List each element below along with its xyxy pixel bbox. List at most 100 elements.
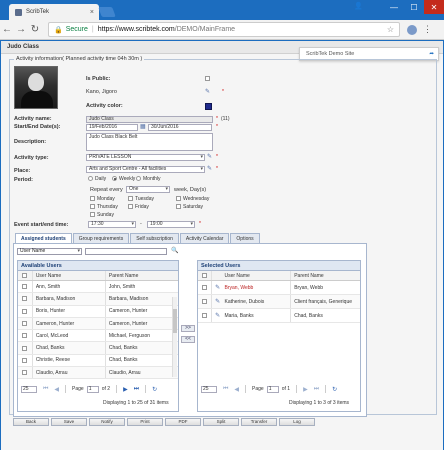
table-row[interactable]: Cameron, Hunter Cameron, Hunter: [18, 317, 178, 331]
tab-self-subscription[interactable]: Self subscription: [130, 233, 179, 243]
first-page-icon[interactable]: ⏮: [223, 386, 228, 393]
edit-place-icon[interactable]: ✎: [207, 166, 214, 172]
description-field[interactable]: Judo Class Black Belt: [86, 133, 213, 151]
minimize-button[interactable]: —: [384, 0, 404, 14]
refresh-icon[interactable]: ↻: [332, 386, 337, 393]
back-icon[interactable]: ←: [0, 24, 14, 35]
table-row[interactable]: Carol, McLeod Michael, Ferguson: [18, 330, 178, 343]
row-checkbox[interactable]: [202, 285, 208, 290]
extension-icon[interactable]: [407, 24, 417, 35]
pdf-button[interactable]: PDF: [165, 418, 201, 426]
tab-options[interactable]: Options: [230, 233, 260, 243]
day-sunday-checkbox[interactable]: [90, 212, 95, 217]
start-date-field[interactable]: 19/Feb/2016: [86, 124, 138, 131]
close-window-button[interactable]: ✕: [424, 0, 444, 14]
browser-tab[interactable]: ScribTek ×: [9, 4, 99, 20]
row-checkbox[interactable]: [22, 333, 28, 339]
start-calendar-icon[interactable]: ▦: [140, 124, 147, 130]
reload-icon[interactable]: ↻: [28, 24, 42, 35]
prev-page-icon[interactable]: ◀: [234, 386, 239, 393]
last-page-icon[interactable]: ⏭: [314, 386, 319, 393]
first-page-icon[interactable]: ⏮: [43, 386, 48, 393]
day-monday-checkbox[interactable]: [90, 196, 95, 201]
select-all-checkbox[interactable]: [22, 273, 28, 278]
table-row[interactable]: ✎ Maria, Banks Chad, Banks: [198, 309, 360, 323]
save-button[interactable]: Save: [51, 418, 87, 426]
activity-name-field[interactable]: Judo Class: [86, 116, 213, 123]
row-checkbox[interactable]: [22, 308, 28, 314]
day-friday-checkbox[interactable]: [128, 204, 133, 209]
edit-owner-icon[interactable]: ✎: [205, 89, 212, 95]
table-row[interactable]: Barbara, Madison Barbara, Madison: [18, 293, 178, 306]
page-number-input[interactable]: 1: [86, 385, 99, 393]
add-selected-button[interactable]: >>: [181, 325, 195, 332]
day-wednesday-checkbox[interactable]: [176, 196, 181, 201]
row-checkbox[interactable]: [22, 370, 28, 376]
table-row[interactable]: Boris, Hunter Cameron, Hunter: [18, 305, 178, 318]
end-time-select[interactable]: 19:00 ▾: [147, 221, 195, 228]
search-field-select[interactable]: User Name ▾: [17, 248, 82, 255]
remove-selected-button[interactable]: <<: [181, 336, 195, 343]
next-page-icon[interactable]: ▶: [123, 386, 128, 393]
row-checkbox[interactable]: [22, 321, 28, 327]
activity-color-swatch[interactable]: [205, 103, 212, 110]
row-checkbox[interactable]: [22, 357, 28, 363]
tab-close-icon[interactable]: ×: [90, 9, 94, 16]
pin-icon[interactable]: ➦: [429, 51, 434, 57]
day-thursday-checkbox[interactable]: [90, 204, 95, 209]
tab-activity-calendar[interactable]: Activity Calendar: [179, 233, 230, 243]
print-button[interactable]: Print: [127, 418, 163, 426]
page-size-select[interactable]: 25: [201, 385, 217, 393]
profile-icon[interactable]: 👤: [354, 2, 363, 10]
tab-group-requirements[interactable]: Group requirements: [72, 233, 130, 243]
page-number-input[interactable]: 1: [266, 385, 279, 393]
repeat-every-select[interactable]: One ▾: [126, 186, 170, 193]
split-button[interactable]: Split: [203, 418, 239, 426]
page-size-select[interactable]: 25: [21, 385, 37, 393]
refresh-icon[interactable]: ↻: [152, 386, 157, 393]
edit-type-icon[interactable]: ✎: [207, 154, 214, 160]
select-all-checkbox[interactable]: [202, 273, 208, 278]
place-select[interactable]: Arts and Sport Centre - All facilities ▾: [86, 166, 205, 173]
next-page-icon[interactable]: ▶: [303, 386, 308, 393]
col-parent-name[interactable]: Parent Name: [294, 273, 360, 279]
transfer-button[interactable]: Transfer: [241, 418, 277, 426]
url-input[interactable]: 🔒 Secure | https://www.scribtek.com /DEM…: [48, 22, 400, 37]
log-button[interactable]: Log: [279, 418, 315, 426]
forward-icon[interactable]: →: [14, 24, 28, 35]
table-row[interactable]: Chad, Banks Chad, Banks: [18, 342, 178, 355]
period-daily-radio[interactable]: [88, 176, 93, 181]
period-monthly-radio[interactable]: [136, 176, 141, 181]
end-date-field[interactable]: 30/Jun/2016: [148, 124, 212, 131]
edit-user-icon[interactable]: ✎: [215, 298, 224, 305]
period-weekly-radio[interactable]: [112, 176, 117, 181]
back-button[interactable]: Back: [13, 418, 49, 426]
row-checkbox[interactable]: [22, 284, 28, 290]
table-row[interactable]: ✎ Bryan, Webb Bryan, Webb: [198, 281, 360, 295]
table-row[interactable]: ✎ Katherine, Dubois Client français, Gener…: [198, 295, 360, 309]
table-row[interactable]: Christie, Reese Chad, Banks: [18, 354, 178, 368]
day-tuesday-checkbox[interactable]: [128, 196, 133, 201]
start-time-select[interactable]: 17:30 ▾: [88, 221, 136, 228]
last-page-icon[interactable]: ⏭: [134, 386, 139, 393]
edit-user-icon[interactable]: ✎: [215, 312, 224, 319]
table-row[interactable]: Ann, Smith John, Smith: [18, 281, 178, 294]
col-user-name[interactable]: User Name: [224, 273, 290, 279]
col-user-name[interactable]: User Name: [36, 273, 105, 279]
row-checkbox[interactable]: [22, 296, 28, 302]
scrollbar[interactable]: [172, 297, 177, 377]
tab-assigned-students[interactable]: Assigned students: [15, 233, 72, 243]
new-tab-button[interactable]: [98, 7, 116, 17]
day-saturday-checkbox[interactable]: [176, 204, 181, 209]
col-parent-name[interactable]: Parent Name: [109, 273, 178, 279]
row-checkbox[interactable]: [202, 313, 208, 318]
notify-button[interactable]: Notify: [89, 418, 125, 426]
maximize-button[interactable]: ☐: [404, 0, 424, 14]
bookmark-star-icon[interactable]: ☆: [387, 25, 394, 34]
is-public-checkbox[interactable]: [205, 76, 210, 81]
activity-type-select[interactable]: PRIVATE LESSON ▾: [86, 154, 205, 161]
row-checkbox[interactable]: [22, 345, 28, 351]
row-checkbox[interactable]: [202, 299, 208, 304]
search-input[interactable]: [85, 248, 167, 255]
browser-menu-icon[interactable]: ⋮: [423, 24, 432, 35]
